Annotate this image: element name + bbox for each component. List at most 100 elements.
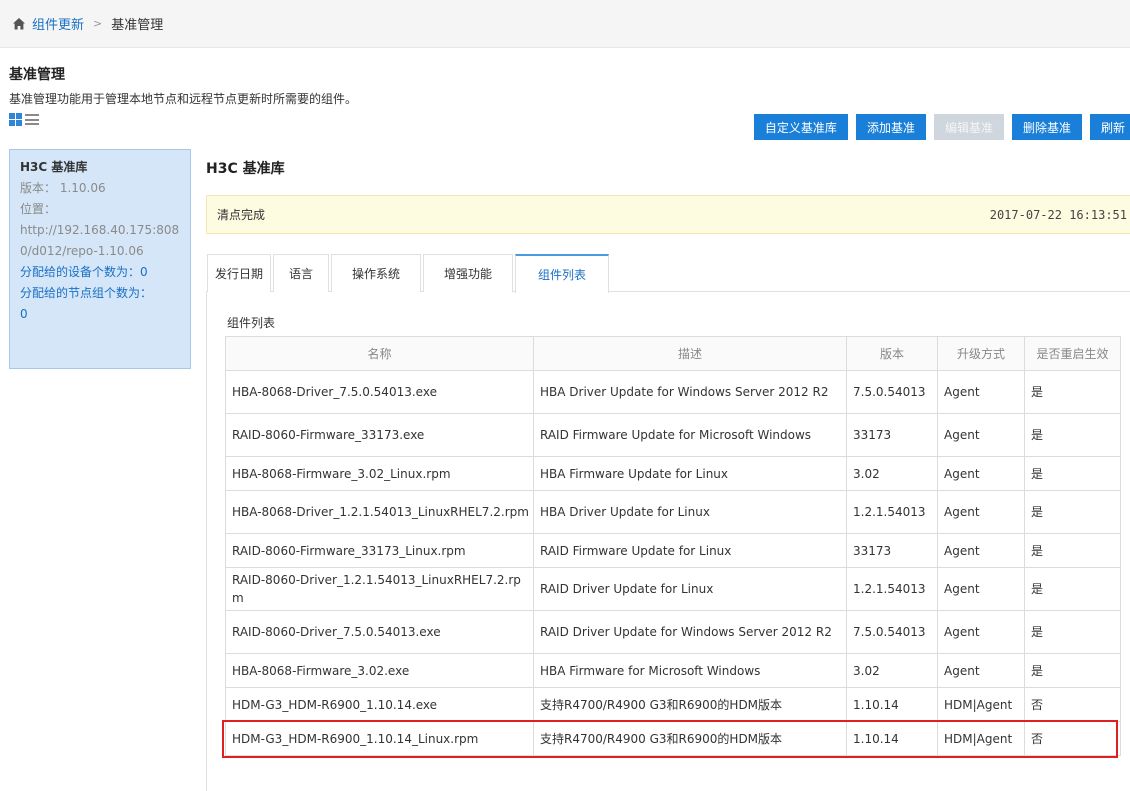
edit-baseline-button[interactable]: 编辑基准 <box>933 114 1004 140</box>
section-label: 组件列表 <box>227 316 276 330</box>
cell-name: RAID-8060-Driver_7.5.0.54013.exe <box>225 610 534 654</box>
cell-version: 33173 <box>846 413 938 457</box>
cell-version: 3.02 <box>846 653 938 688</box>
cell-reboot: 是 <box>1024 533 1121 568</box>
library-version: 版本： 1.10.06 <box>20 181 106 195</box>
table-row[interactable]: HBA-8068-Driver_7.5.0.54013.exe HBA Driv… <box>225 370 1121 414</box>
tab-language[interactable]: 语言 <box>273 254 329 292</box>
cell-version: 7.5.0.54013 <box>846 370 938 414</box>
custom-repo-button[interactable]: 自定义基准库 <box>753 114 848 140</box>
breadcrumb-link-component-update[interactable]: 组件更新 <box>32 14 84 33</box>
page-description: 基准管理功能用于管理本地节点和远程节点更新时所需要的组件。 <box>9 92 358 106</box>
library-devices-count[interactable]: 分配给的设备个数为：0 <box>20 262 180 283</box>
refresh-button[interactable]: 刷新 <box>1089 114 1130 140</box>
view-toggle <box>9 113 39 126</box>
cell-description: HBA Driver Update for Linux <box>533 490 847 534</box>
tab-os[interactable]: 操作系统 <box>331 254 421 292</box>
tab-bar: 发行日期 语言 操作系统 增强功能 组件列表 <box>206 254 1130 293</box>
table-row[interactable]: HBA-8068-Firmware_3.02.exe HBA Firmware … <box>225 653 1121 688</box>
cell-description: HBA Driver Update for Windows Server 201… <box>533 370 847 414</box>
cell-name: HBA-8068-Driver_7.5.0.54013.exe <box>225 370 534 414</box>
component-table: 名称 描述 版本 升级方式 是否重启生效 HBA-8068-Driver_7.5… <box>225 336 1121 756</box>
table-row[interactable]: RAID-8060-Firmware_33173_Linux.rpm RAID … <box>225 533 1121 568</box>
cell-name: HBA-8068-Driver_1.2.1.54013_LinuxRHEL7.2… <box>225 490 534 534</box>
cell-upgrade-method: Agent <box>937 653 1025 688</box>
cell-reboot: 是 <box>1024 490 1121 534</box>
cell-reboot: 是 <box>1024 413 1121 457</box>
library-location-url: http://192.168.40.175:8080/d012/repo-1.1… <box>20 223 180 258</box>
cell-name: HBA-8068-Firmware_3.02.exe <box>225 653 534 688</box>
add-baseline-button[interactable]: 添加基准 <box>855 114 926 140</box>
cell-reboot: 是 <box>1024 610 1121 654</box>
table-row[interactable]: HDM-G3_HDM-R6900_1.10.14_Linux.rpm 支持R47… <box>225 721 1121 756</box>
cell-name: HDM-G3_HDM-R6900_1.10.14_Linux.rpm <box>225 721 534 756</box>
library-node-groups-value: 0 <box>20 307 28 321</box>
cell-name: RAID-8060-Driver_1.2.1.54013_LinuxRHEL7.… <box>225 567 534 611</box>
library-name: H3C 基准库 <box>20 160 88 174</box>
table-row[interactable]: RAID-8060-Firmware_33173.exe RAID Firmwa… <box>225 413 1121 457</box>
grid-view-icon[interactable] <box>9 113 22 126</box>
cell-reboot: 是 <box>1024 653 1121 688</box>
cell-description: 支持R4700/R4900 G3和R6900的HDM版本 <box>533 687 847 722</box>
tab-enhancements[interactable]: 增强功能 <box>423 254 513 292</box>
cell-upgrade-method: HDM|Agent <box>937 687 1025 722</box>
library-card[interactable]: H3C 基准库 版本： 1.10.06 位置： http://192.168.4… <box>9 149 191 369</box>
cell-version: 1.10.14 <box>846 687 938 722</box>
list-view-icon[interactable] <box>25 113 39 126</box>
library-location-label: 位置： <box>20 202 57 216</box>
cell-description: RAID Firmware Update for Linux <box>533 533 847 568</box>
table-row[interactable]: HBA-8068-Driver_1.2.1.54013_LinuxRHEL7.2… <box>225 490 1121 534</box>
cell-version: 1.2.1.54013 <box>846 567 938 611</box>
library-node-groups-count[interactable]: 分配给的节点组个数为： <box>20 283 180 304</box>
column-header-upgrade-method[interactable]: 升级方式 <box>937 336 1025 371</box>
cell-upgrade-method: HDM|Agent <box>937 721 1025 756</box>
table-row[interactable]: RAID-8060-Driver_1.2.1.54013_LinuxRHEL7.… <box>225 567 1121 611</box>
cell-upgrade-method: Agent <box>937 456 1025 491</box>
cell-description: HBA Firmware for Microsoft Windows <box>533 653 847 688</box>
cell-upgrade-method: Agent <box>937 490 1025 534</box>
breadcrumb-current: 基准管理 <box>111 18 164 33</box>
cell-upgrade-method: Agent <box>937 370 1025 414</box>
cell-reboot: 是 <box>1024 370 1121 414</box>
cell-version: 7.5.0.54013 <box>846 610 938 654</box>
column-header-name[interactable]: 名称 <box>225 336 534 371</box>
delete-baseline-button[interactable]: 删除基准 <box>1011 114 1082 140</box>
cell-name: HBA-8068-Firmware_3.02_Linux.rpm <box>225 456 534 491</box>
cell-reboot: 是 <box>1024 567 1121 611</box>
cell-upgrade-method: Agent <box>937 610 1025 654</box>
status-timestamp: 2017-07-22 16:13:51 <box>989 207 1127 222</box>
cell-reboot: 否 <box>1024 687 1121 722</box>
breadcrumb: 组件更新 > 基准管理 <box>0 0 1130 48</box>
cell-upgrade-method: Agent <box>937 567 1025 611</box>
toolbar: 自定义基准库 添加基准 编辑基准 删除基准 刷新 <box>753 114 1130 140</box>
cell-upgrade-method: Agent <box>937 413 1025 457</box>
cell-version: 1.2.1.54013 <box>846 490 938 534</box>
cell-name: RAID-8060-Firmware_33173_Linux.rpm <box>225 533 534 568</box>
table-row-highlighted[interactable]: HDM-G3_HDM-R6900_1.10.14.exe 支持R4700/R49… <box>225 687 1121 722</box>
cell-version: 3.02 <box>846 456 938 491</box>
cell-version: 33173 <box>846 533 938 568</box>
cell-description: RAID Firmware Update for Microsoft Windo… <box>533 413 847 457</box>
cell-version: 1.10.14 <box>846 721 938 756</box>
cell-description: 支持R4700/R4900 G3和R6900的HDM版本 <box>533 721 847 756</box>
cell-upgrade-method: Agent <box>937 533 1025 568</box>
content-title: H3C 基准库 <box>206 161 285 177</box>
tab-release-date[interactable]: 发行日期 <box>207 254 271 292</box>
table-row[interactable]: RAID-8060-Driver_7.5.0.54013.exe RAID Dr… <box>225 610 1121 654</box>
breadcrumb-separator: > <box>93 17 103 30</box>
column-header-description[interactable]: 描述 <box>533 336 847 371</box>
status-text: 清点完成 <box>217 208 266 222</box>
column-header-reboot-required[interactable]: 是否重启生效 <box>1024 336 1121 371</box>
cell-description: HBA Firmware Update for Linux <box>533 456 847 491</box>
column-header-version[interactable]: 版本 <box>846 336 938 371</box>
status-notice: 清点完成 2017-07-22 16:13:51 <box>206 195 1130 234</box>
table-row[interactable]: HBA-8068-Firmware_3.02_Linux.rpm HBA Fir… <box>225 456 1121 491</box>
cell-description: RAID Driver Update for Linux <box>533 567 847 611</box>
cell-reboot: 是 <box>1024 456 1121 491</box>
cell-name: HDM-G3_HDM-R6900_1.10.14.exe <box>225 687 534 722</box>
cell-description: RAID Driver Update for Windows Server 20… <box>533 610 847 654</box>
tab-component-list[interactable]: 组件列表 <box>515 254 609 293</box>
table-header-row: 名称 描述 版本 升级方式 是否重启生效 <box>225 336 1121 371</box>
home-icon[interactable] <box>12 17 26 31</box>
page-title: 基准管理 <box>9 67 65 83</box>
